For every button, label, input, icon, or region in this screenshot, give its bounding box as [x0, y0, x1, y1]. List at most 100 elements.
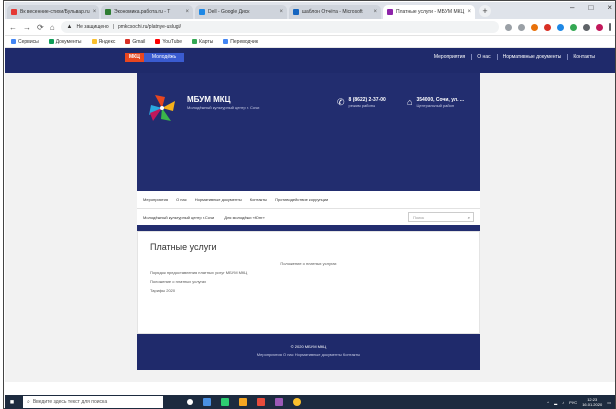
site-top-nav: МКЦ Молодёжь Мероприятия О нас Нормативн… — [5, 48, 615, 73]
bookmark-label: Сервисы — [18, 38, 39, 45]
youtube-icon — [155, 39, 161, 44]
extension-icon[interactable] — [583, 23, 590, 31]
bookmark-label: Переводчик — [230, 38, 259, 45]
menu-dots-icon[interactable] — [609, 23, 611, 31]
reload-icon[interactable]: ⟳ — [37, 23, 44, 32]
tab-close-icon[interactable]: × — [93, 9, 97, 15]
page-title: Платные услуги — [150, 242, 217, 252]
translate-icon[interactable] — [505, 23, 512, 31]
browser-tab[interactable]: шаблон Отчёта - Microsoft × — [289, 5, 381, 19]
left-border — [0, 0, 4, 409]
url-field[interactable]: ▲ Не защищено | pmkcsochi.ru/platnye-usl… — [60, 21, 499, 33]
url-text: pmkcsochi.ru/platnye-uslugi/ — [117, 24, 182, 30]
logo-icon[interactable] — [145, 91, 179, 125]
site-search-input[interactable]: Поиск ⌕ — [408, 212, 474, 222]
bookmark-item[interactable]: Карты — [192, 39, 213, 45]
menu-item[interactable]: О нас — [176, 197, 187, 202]
tray-up-icon[interactable]: ^ — [547, 400, 549, 405]
bookmark-label: Яндекс — [98, 38, 116, 45]
browser-tab-active[interactable]: Платные услуги - МБУМ МКЦ × — [383, 5, 475, 19]
footer-links[interactable]: Мероприятия О нас Нормативные документы … — [137, 352, 480, 357]
warning-icon: ▲ — [66, 24, 73, 30]
home-icon[interactable]: ⌂ — [50, 23, 55, 32]
task-view-icon[interactable] — [187, 399, 193, 405]
system-tray: ^ ▂ ♪ РУС 12:23 16.01.2020 ▭ — [547, 397, 615, 407]
notifications-icon[interactable]: ▭ — [607, 400, 611, 405]
tab-label: Вк весенние-стихи/Бульвар.ru — [20, 9, 90, 15]
browser-tab[interactable]: Вк весенние-стихи/Бульвар.ru × — [7, 5, 99, 19]
tab-label: Платные услуги - МБУМ МКЦ — [396, 9, 465, 15]
document-link[interactable]: Порядок предоставления платных услуг МБУ… — [150, 270, 247, 275]
web-page: МКЦ Молодёжь Мероприятия О нас Нормативн… — [5, 48, 615, 382]
menu-item[interactable]: Контакты — [250, 197, 267, 202]
profile-avatar[interactable] — [596, 23, 603, 31]
clock[interactable]: 12:23 16.01.2020 — [582, 397, 602, 407]
forward-arrow-icon[interactable]: → — [23, 23, 31, 32]
extension-icon[interactable] — [570, 23, 577, 31]
tab-close-icon[interactable]: × — [373, 9, 377, 15]
browser-tab[interactable]: Dell - Google Диск × — [195, 5, 287, 19]
tab-close-icon[interactable]: × — [185, 9, 189, 15]
url-divider: | — [112, 24, 114, 30]
menu-item[interactable]: Противодействие коррупции — [275, 197, 328, 202]
tab-close-icon[interactable]: × — [467, 9, 471, 15]
tab-favicon-icon — [105, 9, 111, 15]
minimize-button[interactable]: – — [570, 3, 574, 12]
taskbar-app-icon[interactable] — [239, 398, 247, 406]
windows-start-icon[interactable]: ■ — [5, 395, 19, 409]
content-heading[interactable]: Положение о платных услугах — [138, 261, 479, 266]
bookmark-item[interactable]: Документы — [48, 39, 82, 45]
close-window-button[interactable]: × — [607, 3, 612, 12]
taskbar-app-icon[interactable] — [275, 398, 283, 406]
top-link[interactable]: Мероприятия — [429, 54, 465, 60]
tab-favicon-icon — [293, 9, 299, 15]
taskbar-search-input[interactable]: ⌕ Введите здесь текст для поиска — [23, 396, 163, 408]
document-link[interactable]: Тарифы 2020 — [150, 288, 175, 293]
bookmark-item[interactable]: Сервисы — [11, 39, 39, 45]
search-placeholder: Поиск — [413, 215, 425, 220]
search-icon[interactable]: ⌕ — [468, 213, 470, 222]
new-tab-button[interactable]: + — [479, 5, 491, 17]
document-link[interactable]: Положение о платных услугах — [150, 279, 206, 284]
brand-strip: МКЦ Молодёжь — [125, 53, 185, 62]
tab-favicon-icon — [199, 9, 205, 15]
bookmark-item[interactable]: Gmail — [125, 39, 145, 45]
bookmark-item[interactable]: Переводчик — [223, 39, 258, 45]
browser-tab[interactable]: Экономика.работа.ru - Т × — [101, 5, 193, 19]
taskbar-app-icon[interactable] — [221, 398, 229, 406]
tab-close-icon[interactable]: × — [279, 9, 283, 15]
extension-icon[interactable] — [531, 23, 538, 31]
menu-item[interactable]: Молодёжный культурный центр г.Сочи — [143, 215, 214, 220]
back-arrow-icon[interactable]: ← — [9, 23, 17, 32]
bookmark-label: YouTube — [162, 38, 183, 45]
maximize-button[interactable]: □ — [588, 3, 593, 12]
bookmark-item[interactable]: Яндекс — [91, 38, 116, 45]
top-link[interactable]: Контакты — [567, 54, 595, 60]
extension-icon[interactable] — [544, 23, 551, 31]
volume-icon[interactable]: ♪ — [562, 400, 564, 405]
taskbar-app-icon[interactable] — [203, 398, 211, 406]
site-header: МБУМ МКЦ Молодёжный культурный центр г. … — [137, 73, 480, 256]
bookmark-item[interactable]: YouTube — [155, 39, 182, 45]
taskbar-app-icon[interactable] — [257, 398, 265, 406]
star-icon[interactable] — [518, 23, 525, 31]
menu-item[interactable]: Мероприятия — [143, 197, 168, 202]
org-subtitle: Молодёжный культурный центр г. Сочи — [187, 105, 260, 110]
menu-item[interactable]: Для молодёжи «Юнг» — [224, 215, 264, 220]
top-link[interactable]: Нормативные документы — [496, 54, 561, 60]
bookmarks-bar: Сервисы Документы Яндекс Gmail YouTube К… — [5, 36, 615, 48]
browser-tab-bar: Вк весенние-стихи/Бульвар.ru × Экономика.… — [5, 2, 615, 19]
brand-badge[interactable]: МКЦ — [125, 53, 144, 62]
extensions — [505, 23, 611, 31]
network-icon[interactable]: ▂ — [554, 400, 557, 405]
bookmark-label: Карты — [199, 38, 214, 45]
top-link[interactable]: О нас — [471, 54, 491, 60]
extension-icon[interactable] — [557, 23, 564, 31]
menu-item[interactable]: Нормативные документы — [195, 197, 242, 202]
brand-badge-secondary[interactable]: Молодёжь — [143, 53, 185, 62]
address-bar-row: ← → ⟳ ⌂ ▲ Не защищено | pmkcsochi.ru/pla… — [5, 19, 615, 36]
language-indicator[interactable]: РУС — [569, 400, 577, 405]
main-menu: Мероприятия О нас Нормативные документы … — [137, 191, 480, 208]
chrome-icon[interactable] — [293, 398, 301, 406]
content-card: Платные услуги Положение о платных услуг… — [137, 231, 480, 334]
